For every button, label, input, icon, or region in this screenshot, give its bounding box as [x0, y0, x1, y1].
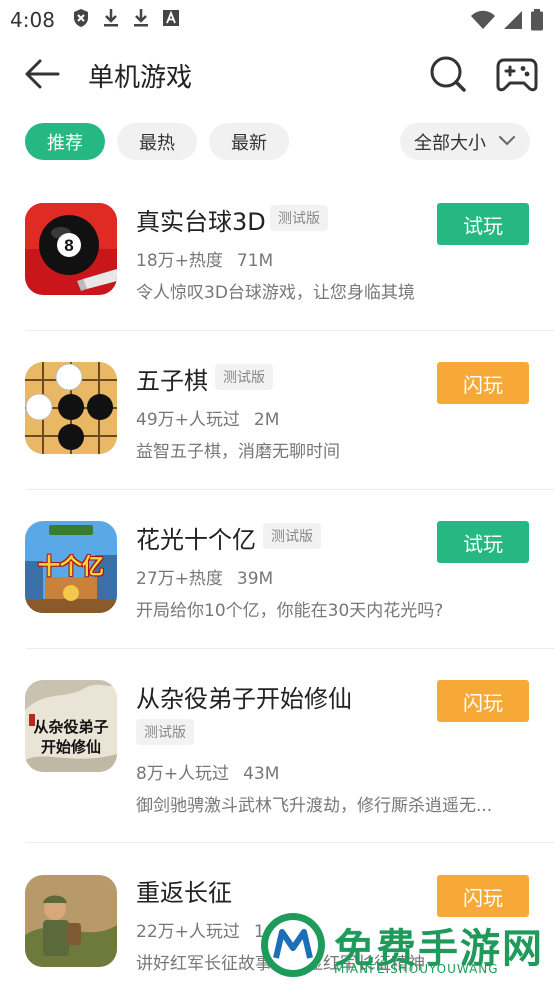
watermark-logo-icon [261, 913, 325, 977]
game-size: 2M [253, 410, 280, 430]
game-play-count: 49万+人玩过 [136, 410, 240, 430]
filter-chip-recommended[interactable]: 推荐 [25, 123, 105, 160]
game-size: 71M [236, 251, 274, 271]
battery-icon [531, 9, 543, 31]
game-popularity: 27万+热度 [136, 569, 223, 589]
status-bar: 4:08 [0, 0, 554, 38]
game-description: 益智五子棋，消磨无聊时间 [136, 442, 340, 462]
game-name: 重返长征 [136, 879, 232, 907]
game-meta: 49万+人玩过 2M [136, 405, 279, 430]
beta-badge: 测试版 [215, 364, 273, 390]
game-name: 花光十个亿 [136, 526, 256, 554]
watermark-subtext: MIANFEISHOUYOUWANG [334, 962, 499, 976]
filter-chip-hottest[interactable]: 最热 [117, 123, 197, 160]
size-filter-label: 全部大小 [414, 132, 486, 154]
game-icon-gomoku [25, 362, 117, 454]
beta-badge: 测试版 [136, 719, 194, 745]
game-icon-title-text: 十个亿 [37, 555, 104, 580]
game-item-billiards[interactable]: 8 真实台球3D 测试版 18万+热度 71M 令人惊叹3D台球游戏，让您身临其境… [0, 172, 554, 331]
game-size: 43M [243, 764, 280, 784]
try-play-button[interactable]: 试玩 [437, 203, 529, 245]
game-icon-title-line2: 开始修仙 [40, 738, 101, 756]
game-name: 从杂役弟子开始修仙 [136, 685, 352, 713]
game-name: 真实台球3D [136, 208, 266, 236]
game-description: 令人惊叹3D台球游戏，让您身临其境 [136, 283, 415, 303]
game-description: 开局给你10个亿，你能在30天内花光吗? [136, 601, 444, 621]
back-button[interactable] [22, 56, 62, 92]
game-item-cultivation[interactable]: 从杂役弟子 开始修仙 从杂役弟子开始修仙 测试版 8万+人玩过 43M 御剑驰骋激… [0, 649, 554, 843]
size-filter-dropdown[interactable]: 全部大小 [400, 123, 530, 160]
shield-badge-icon [74, 9, 88, 27]
game-item-spend-billion[interactable]: 十个亿 花光十个亿 测试版 27万+热度 39M 开局给你10个亿，你能在30天内… [0, 490, 554, 649]
search-button[interactable] [428, 54, 468, 94]
flash-play-button[interactable]: 闪玩 [437, 362, 529, 404]
game-description: 御剑驰骋激斗武林飞升渡劫，修行厮杀逍遥无... [136, 796, 493, 816]
filter-chip-label: 推荐 [47, 132, 83, 154]
wifi-icon [471, 10, 495, 29]
page-title: 单机游戏 [88, 63, 193, 93]
soldier-icon [25, 875, 117, 967]
game-meta: 22万+人玩过 1 [136, 917, 265, 942]
filter-chip-label: 最新 [231, 132, 267, 154]
game-icon-title-line1: 从杂役弟子 [33, 718, 109, 736]
svg-text:8: 8 [64, 236, 73, 255]
download-icon [104, 9, 118, 27]
filter-chip-newest[interactable]: 最新 [209, 123, 289, 160]
gomoku-board-icon [25, 362, 117, 454]
billiard-ball-icon: 8 [25, 203, 117, 295]
app-header: 单机游戏 [0, 44, 554, 104]
search-icon [430, 56, 466, 92]
game-meta: 8万+人玩过 43M [136, 759, 279, 784]
game-play-count: 8万+人玩过 [136, 764, 230, 784]
arrow-left-icon [25, 59, 60, 89]
flash-play-button[interactable]: 闪玩 [437, 680, 529, 722]
game-size: 39M [236, 569, 274, 589]
site-watermark: 免费手游网 MIANFEISHOUYOUWANG [258, 908, 554, 984]
status-time: 4:08 [10, 8, 55, 32]
download-icon [134, 9, 148, 27]
chevron-down-icon [499, 136, 515, 146]
signal-icon [504, 11, 522, 29]
try-play-button[interactable]: 试玩 [437, 521, 529, 563]
game-meta: 18万+热度 71M [136, 246, 273, 271]
game-icon-cultivation: 从杂役弟子 开始修仙 [25, 680, 117, 772]
game-center-button[interactable] [496, 54, 538, 94]
game-meta: 27万+热度 39M [136, 564, 273, 589]
filter-chip-label: 最热 [139, 132, 175, 154]
beta-badge: 测试版 [263, 523, 321, 549]
font-a-icon [163, 10, 179, 26]
gamepad-icon [496, 58, 538, 92]
filter-bar: 推荐 最热 最新 全部大小 [0, 123, 554, 161]
game-name: 五子棋 [136, 367, 208, 395]
game-icon-long-march [25, 875, 117, 967]
beta-badge: 测试版 [270, 205, 328, 231]
game-play-count: 22万+人玩过 [136, 922, 240, 942]
game-popularity: 18万+热度 [136, 251, 223, 271]
game-icon-spend-billion: 十个亿 [25, 521, 117, 613]
game-icon-billiards: 8 [25, 203, 117, 295]
game-item-gomoku[interactable]: 五子棋 测试版 49万+人玩过 2M 益智五子棋，消磨无聊时间 闪玩 [0, 331, 554, 490]
